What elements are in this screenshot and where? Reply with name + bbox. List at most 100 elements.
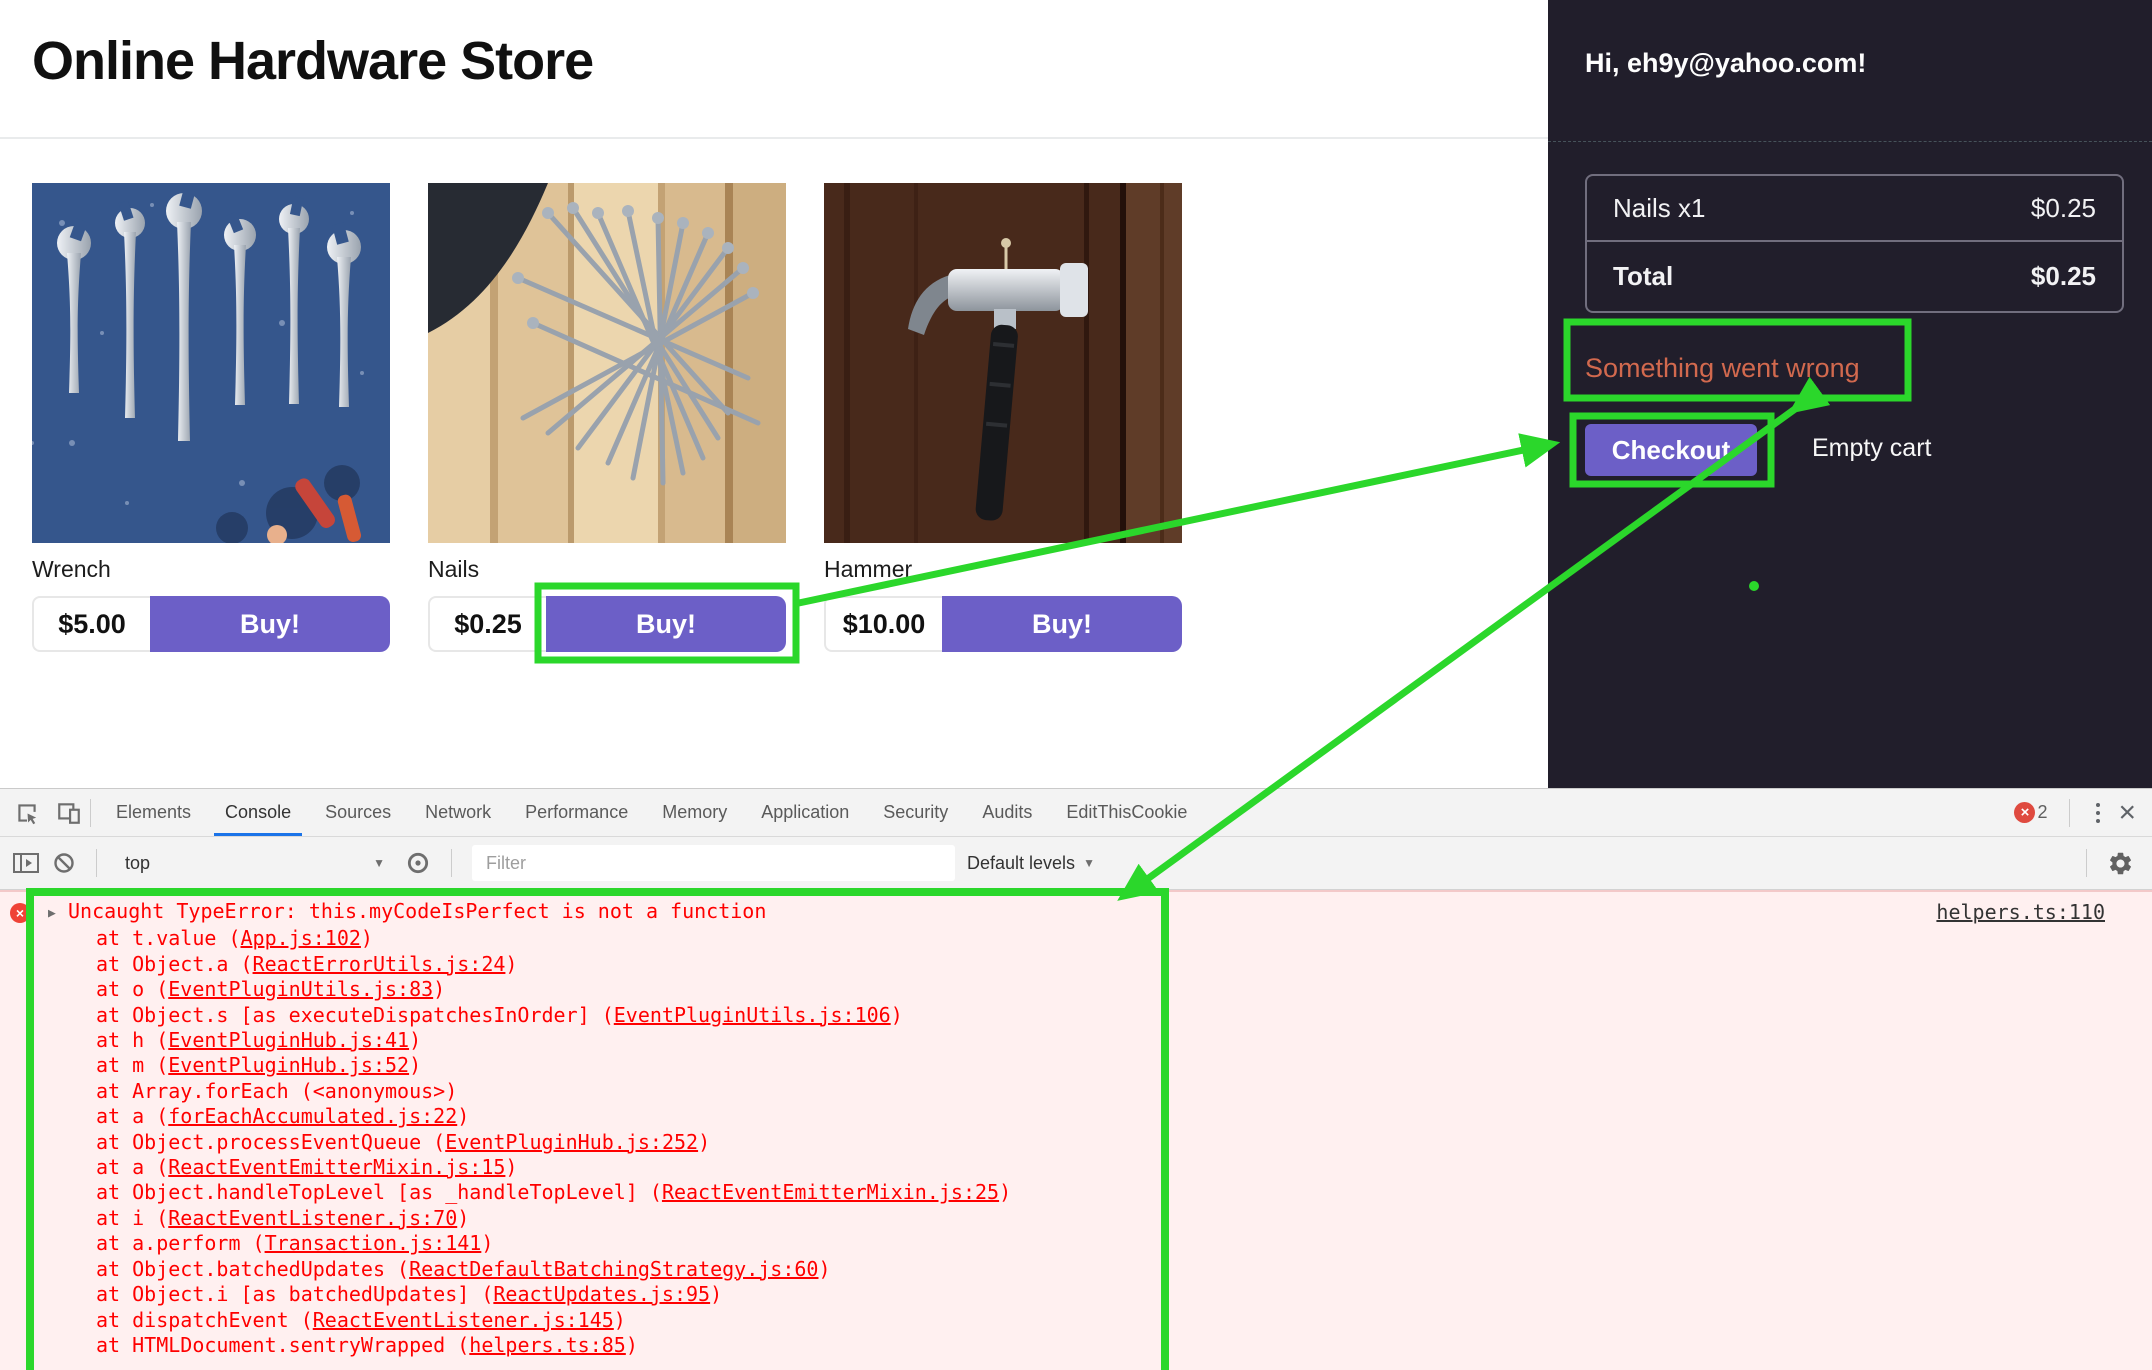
settings-gear-icon[interactable] — [2107, 850, 2134, 877]
stack-source-link[interactable]: ReactDefaultBatchingStrategy.js:60 — [409, 1257, 818, 1281]
execution-context-value: top — [125, 853, 150, 874]
buy-button-nails[interactable]: Buy! — [546, 596, 786, 652]
devtools-tabs-list: ElementsConsoleSourcesNetworkPerformance… — [99, 789, 1204, 836]
clear-console-icon[interactable] — [52, 851, 76, 875]
product-image-wrench — [32, 183, 390, 543]
stack-frame: at Object.batchedUpdates (ReactDefaultBa… — [48, 1257, 1548, 1282]
stack-frame: at Object.processEventQueue (EventPlugin… — [48, 1130, 1548, 1155]
cart-total-amount: $0.25 — [2031, 261, 2096, 292]
chevron-down-icon: ▼ — [1083, 856, 1095, 870]
console-source-link[interactable]: helpers.ts:110 — [1936, 900, 2105, 924]
checkout-button[interactable]: Checkout — [1585, 424, 1757, 476]
hammer-photo-illustration — [824, 183, 1182, 543]
stack-source-link[interactable]: forEachAccumulated.js:22 — [168, 1104, 457, 1128]
error-badge[interactable]: × 2 — [2014, 802, 2047, 823]
close-icon[interactable]: × — [2118, 798, 2136, 828]
stack-frame: at Array.forEach (<anonymous>) — [48, 1079, 1548, 1104]
anonymous-frame-label: <anonymous> — [313, 1079, 445, 1103]
product-card-wrench: Wrench $5.00 Buy! — [32, 183, 390, 652]
stack-source-link[interactable]: EventPluginHub.js:252 — [445, 1130, 698, 1154]
console-filter-input[interactable] — [472, 845, 955, 881]
error-banner: Something went wrong — [1567, 322, 1908, 398]
devtools-left-icons — [0, 789, 82, 836]
product-image-nails — [428, 183, 786, 543]
stack-source-link[interactable]: EventPluginHub.js:41 — [168, 1028, 409, 1052]
panel-divider — [1548, 141, 2152, 142]
stack-frame: at Object.i [as batchedUpdates] (ReactUp… — [48, 1282, 1548, 1307]
tab-application[interactable]: Application — [744, 789, 866, 836]
page-title: Online Hardware Store — [32, 30, 593, 92]
stack-frame: at a (ReactEventEmitterMixin.js:15) — [48, 1155, 1548, 1180]
cart-summary-table: Nails x1 $0.25 Total $0.25 — [1585, 174, 2124, 313]
stack-source-link[interactable]: EventPluginUtils.js:106 — [614, 1003, 891, 1027]
stack-frame: at dispatchEvent (ReactEventListener.js:… — [48, 1308, 1548, 1333]
separator — [96, 849, 97, 877]
tab-network[interactable]: Network — [408, 789, 508, 836]
stack-frame: at Object.handleTopLevel [as _handleTopL… — [48, 1180, 1548, 1205]
disclosure-triangle-icon[interactable]: ▶ — [48, 901, 68, 926]
tab-editthiscookie[interactable]: EditThisCookie — [1049, 789, 1204, 836]
stack-source-link[interactable]: ReactEventEmitterMixin.js:25 — [662, 1180, 999, 1204]
cart-item-label: Nails x1 — [1613, 193, 1705, 224]
stack-frame: at o (EventPluginUtils.js:83) — [48, 977, 1548, 1002]
stack-source-link[interactable]: helpers.ts:85 — [469, 1333, 626, 1357]
error-message: Uncaught TypeError: this.myCodeIsPerfect… — [68, 899, 766, 923]
tab-audits[interactable]: Audits — [965, 789, 1049, 836]
cart-total-row: Total $0.25 — [1587, 240, 2122, 311]
stack-source-link[interactable]: ReactEventEmitterMixin.js:15 — [168, 1155, 505, 1179]
separator — [90, 799, 91, 827]
stack-frame: at h (EventPluginHub.js:41) — [48, 1028, 1548, 1053]
product-name: Hammer — [824, 556, 1182, 586]
error-circle-icon: × — [10, 903, 30, 923]
product-card-hammer: Hammer $10.00 Buy! — [824, 183, 1182, 652]
stack-trace: ▶Uncaught TypeError: this.myCodeIsPerfec… — [48, 894, 1548, 1358]
stack-frame: at Object.a (ReactErrorUtils.js:24) — [48, 952, 1548, 977]
stack-source-link[interactable]: ReactUpdates.js:95 — [493, 1282, 710, 1306]
stack-frame: at HTMLDocument.sentryWrapped (helpers.t… — [48, 1333, 1548, 1358]
tab-performance[interactable]: Performance — [508, 789, 645, 836]
cart-total-label: Total — [1613, 261, 1673, 292]
stack-frame: at a (forEachAccumulated.js:22) — [48, 1104, 1548, 1129]
live-expression-eye-icon[interactable] — [405, 850, 431, 876]
buy-button-wrench[interactable]: Buy! — [150, 596, 390, 652]
buy-button-hammer[interactable]: Buy! — [942, 596, 1182, 652]
stack-frame: at m (EventPluginHub.js:52) — [48, 1053, 1548, 1078]
error-badge-icon: × — [2014, 802, 2035, 823]
separator — [451, 849, 452, 877]
stack-source-link[interactable]: ReactEventListener.js:70 — [168, 1206, 457, 1230]
price-row: $0.25 Buy! — [428, 596, 786, 652]
stack-frame: at t.value (App.js:102) — [48, 926, 1548, 951]
inspect-icon[interactable] — [14, 800, 40, 826]
separator — [2086, 849, 2087, 877]
tab-sources[interactable]: Sources — [308, 789, 408, 836]
tab-console[interactable]: Console — [208, 789, 308, 836]
cart-line-item: Nails x1 $0.25 — [1587, 176, 2122, 240]
error-count: 2 — [2037, 802, 2047, 823]
chevron-down-icon: ▼ — [373, 856, 385, 870]
kebab-menu-icon[interactable] — [2092, 799, 2104, 827]
device-toolbar-icon[interactable] — [56, 800, 82, 826]
stack-frame: at i (ReactEventListener.js:70) — [48, 1206, 1548, 1231]
stack-source-link[interactable]: EventPluginHub.js:52 — [168, 1053, 409, 1077]
stack-source-link[interactable]: ReactErrorUtils.js:24 — [253, 952, 506, 976]
wrench-photo-illustration — [32, 183, 390, 543]
cart-item-amount: $0.25 — [2031, 193, 2096, 224]
header-divider — [0, 137, 1548, 139]
log-levels-select[interactable]: Default levels ▼ — [967, 853, 1095, 874]
console-sidebar-icon[interactable] — [12, 851, 40, 875]
stack-source-link[interactable]: Transaction.js:141 — [265, 1231, 482, 1255]
product-image-hammer — [824, 183, 1182, 543]
empty-cart-button[interactable]: Empty cart — [1812, 434, 1931, 463]
stack-frame: at a.perform (Transaction.js:141) — [48, 1231, 1548, 1256]
stack-frame: at Object.s [as executeDispatchesInOrder… — [48, 1003, 1548, 1028]
user-greeting: Hi, eh9y@yahoo.com! — [1585, 48, 1866, 79]
tab-memory[interactable]: Memory — [645, 789, 744, 836]
product-card-nails: Nails $0.25 Buy! — [428, 183, 786, 652]
devtools-right-controls: × 2 × — [2014, 789, 2152, 836]
tab-security[interactable]: Security — [866, 789, 965, 836]
stack-source-link[interactable]: EventPluginUtils.js:83 — [168, 977, 433, 1001]
stack-source-link[interactable]: ReactEventListener.js:145 — [313, 1308, 614, 1332]
stack-source-link[interactable]: App.js:102 — [241, 926, 361, 950]
execution-context-select[interactable]: top ▼ — [117, 853, 393, 874]
tab-elements[interactable]: Elements — [99, 789, 208, 836]
